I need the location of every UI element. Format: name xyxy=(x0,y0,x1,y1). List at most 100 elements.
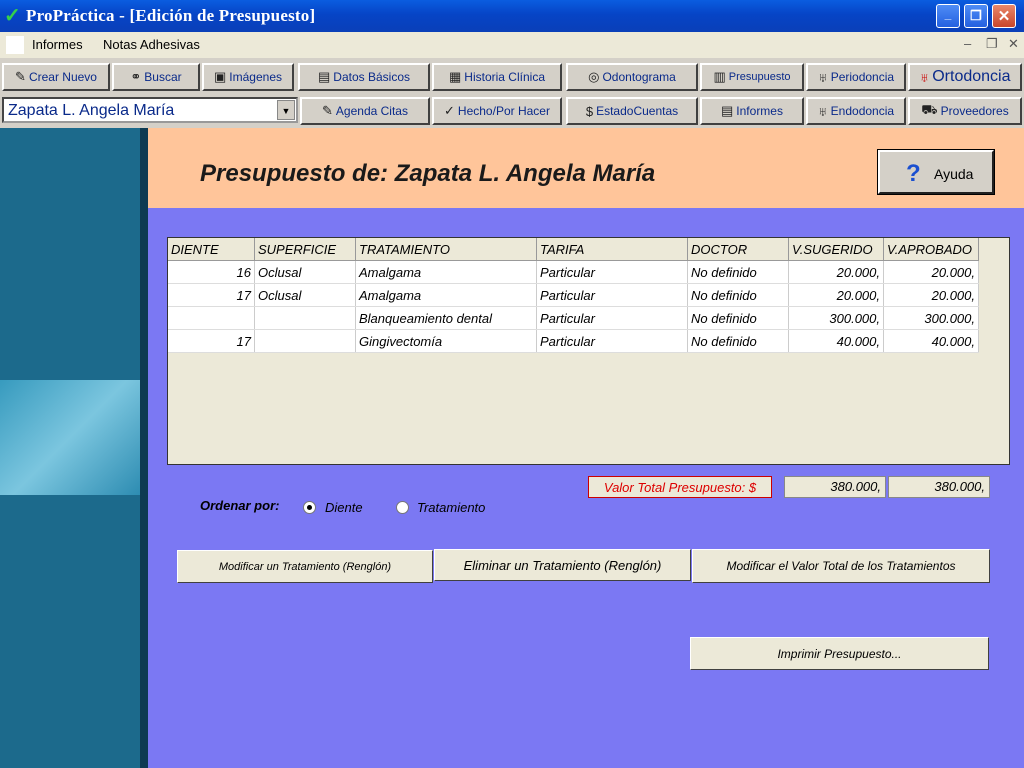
document-icon xyxy=(6,36,24,54)
total-label: Valor Total Presupuesto: $ xyxy=(588,476,772,498)
cell-superficie: Oclusal xyxy=(254,260,356,284)
proveedores-button[interactable]: ⛟ Proveedores xyxy=(908,97,1022,125)
total-suggested: 380.000, xyxy=(784,476,886,498)
column-header[interactable]: TRATAMIENTO xyxy=(355,238,537,261)
cell-diente: 17 xyxy=(168,329,255,353)
close-icon: ✕ xyxy=(997,8,1011,25)
sort-radio-diente[interactable] xyxy=(303,501,316,514)
column-header[interactable]: DOCTOR xyxy=(687,238,789,261)
cell-tarifa: Particular xyxy=(536,306,688,330)
cell-superficie xyxy=(254,306,356,330)
menu-notas-adhesivas[interactable]: Notas Adhesivas xyxy=(103,37,200,52)
buscar-button[interactable]: ⚭ Buscar xyxy=(112,63,200,91)
app-check-icon: ✓ xyxy=(4,5,21,27)
handshake-image xyxy=(0,380,140,495)
mdi-close-icon[interactable]: ✕ xyxy=(1008,36,1019,52)
endodoncia-button[interactable]: ♅ Endodoncia xyxy=(806,97,906,125)
id-card-icon: ▤ xyxy=(318,69,331,84)
cell-tarifa: Particular xyxy=(536,329,688,353)
help-button[interactable]: ? Ayuda xyxy=(877,149,995,195)
window-title: ProPráctica - [Edición de Presupuesto] xyxy=(26,6,316,25)
calculator-icon: ▥ xyxy=(713,69,726,84)
restore-icon: ❐ xyxy=(970,8,982,23)
chevron-down-icon[interactable]: ▼ xyxy=(277,100,295,120)
truck-icon: ⛟ xyxy=(921,102,938,117)
menu-bar: Informes Notas Adhesivas – ❐ ✕ xyxy=(0,32,1024,58)
column-header[interactable]: V.SUGERIDO xyxy=(788,238,884,261)
close-button[interactable]: ✕ xyxy=(992,4,1016,28)
cell-doctor: No definido xyxy=(687,283,789,307)
cell-tarifa: Particular xyxy=(536,283,688,307)
modify-treatment-button[interactable]: Modificar un Tratamiento (Renglón) xyxy=(177,550,433,583)
patient-select[interactable]: Zapata L. Angela María ▼ xyxy=(2,97,298,123)
budget-table[interactable]: DIENTE SUPERFICIE TRATAMIENTO TARIFA DOC… xyxy=(167,237,1010,465)
cell-doctor: No definido xyxy=(687,329,789,353)
ortodoncia-button[interactable]: ♅ Ortodoncia xyxy=(908,63,1022,91)
table-row[interactable]: 17 Oclusal Amalgama Particular No defini… xyxy=(168,283,979,307)
table-row[interactable]: Blanqueamiento dental Particular No defi… xyxy=(168,306,979,330)
cell-v-aprobado: 20.000, xyxy=(883,260,979,284)
odontograma-button[interactable]: ◎ Odontograma xyxy=(566,63,698,91)
cell-diente xyxy=(168,306,255,330)
cell-tratamiento: Gingivectomía xyxy=(355,329,537,353)
datos-basicos-button[interactable]: ▤ Datos Básicos xyxy=(298,63,430,91)
table-row[interactable]: 17 Gingivectomía Particular No definido … xyxy=(168,329,979,353)
cell-tratamiento: Amalgama xyxy=(355,260,537,284)
sort-option-tratamiento[interactable]: Tratamiento xyxy=(417,500,485,515)
cell-v-sugerido: 300.000, xyxy=(788,306,884,330)
mdi-minimize-icon[interactable]: – xyxy=(964,36,971,51)
periodoncia-button[interactable]: ♅ Periodoncia xyxy=(806,63,906,91)
cell-v-sugerido: 40.000, xyxy=(788,329,884,353)
budget-table-grid: DIENTE SUPERFICIE TRATAMIENTO TARIFA DOC… xyxy=(168,238,979,353)
sort-label: Ordenar por: xyxy=(200,498,280,513)
chart-icon: ◎ xyxy=(588,69,600,84)
braces-icon: ♅ xyxy=(919,69,930,85)
cell-diente: 17 xyxy=(168,283,255,307)
cell-v-aprobado: 40.000, xyxy=(883,329,979,353)
camera-icon: ▣ xyxy=(214,69,227,84)
column-header[interactable]: TARIFA xyxy=(536,238,688,261)
hecho-por-hacer-button[interactable]: ✓ Hecho/Por Hacer xyxy=(432,97,562,125)
print-budget-button[interactable]: Imprimir Presupuesto... xyxy=(690,637,989,670)
delete-treatment-button[interactable]: Eliminar un Tratamiento (Renglón) xyxy=(434,549,691,581)
cell-v-aprobado: 300.000, xyxy=(883,306,979,330)
menu-informes[interactable]: Informes xyxy=(32,37,83,52)
column-header[interactable]: V.APROBADO xyxy=(883,238,979,261)
historia-clinica-button[interactable]: ▦ Historia Clínica xyxy=(432,63,562,91)
crear-nuevo-button[interactable]: ✎ Crear Nuevo xyxy=(2,63,110,91)
cell-v-sugerido: 20.000, xyxy=(788,283,884,307)
total-approved: 380.000, xyxy=(888,476,990,498)
estado-cuentas-button[interactable]: $ EstadoCuentas xyxy=(566,97,698,125)
cell-doctor: No definido xyxy=(687,260,789,284)
imagenes-button[interactable]: ▣ Imágenes xyxy=(202,63,294,91)
page-title: Presupuesto de: Zapata L. Angela María xyxy=(200,160,656,187)
question-icon: ? xyxy=(906,160,921,187)
informes-button[interactable]: ▤ Informes xyxy=(700,97,804,125)
agenda-icon: ✎ xyxy=(322,103,333,118)
cell-diente: 16 xyxy=(168,260,255,284)
help-label: Ayuda xyxy=(934,166,974,182)
presupuesto-button[interactable]: ▥ Presupuesto xyxy=(700,63,804,91)
money-icon: $ xyxy=(585,103,594,119)
patient-select-value: Zapata L. Angela María xyxy=(8,102,175,119)
cell-v-aprobado: 20.000, xyxy=(883,283,979,307)
cell-doctor: No definido xyxy=(687,306,789,330)
column-header[interactable]: SUPERFICIE xyxy=(254,238,356,261)
cell-tarifa: Particular xyxy=(536,260,688,284)
left-panel-stripe xyxy=(140,128,148,768)
minimize-icon: _ xyxy=(944,7,952,21)
table-header-row: DIENTE SUPERFICIE TRATAMIENTO TARIFA DOC… xyxy=(168,238,979,261)
modify-total-button[interactable]: Modificar el Valor Total de los Tratamie… xyxy=(692,549,990,583)
agenda-citas-button[interactable]: ✎ Agenda Citas xyxy=(300,97,430,125)
minimize-button[interactable]: _ xyxy=(936,4,960,28)
column-header[interactable]: DIENTE xyxy=(168,238,255,261)
mdi-restore-icon[interactable]: ❐ xyxy=(986,36,998,52)
cell-tratamiento: Amalgama xyxy=(355,283,537,307)
restore-button[interactable]: ❐ xyxy=(964,4,988,28)
table-row[interactable]: 16 Oclusal Amalgama Particular No defini… xyxy=(168,260,979,284)
tooth-icon: ♅ xyxy=(817,103,828,119)
title-bar: ✓ ProPráctica - [Edición de Presupuesto]… xyxy=(0,0,1024,32)
sort-option-diente[interactable]: Diente xyxy=(325,500,363,515)
cell-v-sugerido: 20.000, xyxy=(788,260,884,284)
sort-radio-tratamiento[interactable] xyxy=(396,501,409,514)
